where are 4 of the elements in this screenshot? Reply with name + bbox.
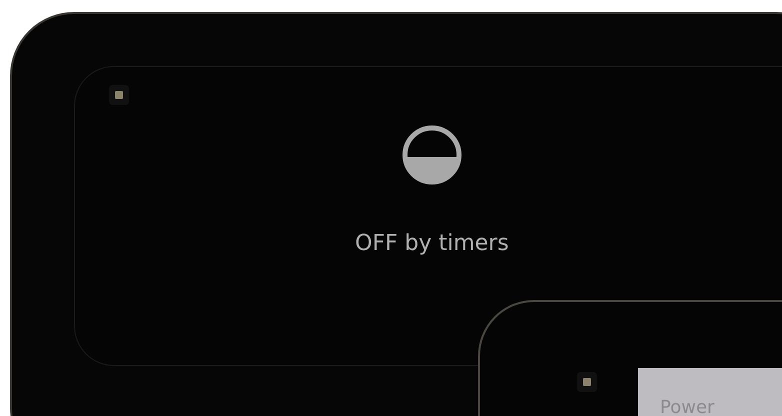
sensor-icon [115, 91, 123, 99]
status-text: OFF by timers [355, 230, 509, 258]
sensor-icon [583, 378, 591, 386]
half-circle-icon [402, 125, 462, 185]
